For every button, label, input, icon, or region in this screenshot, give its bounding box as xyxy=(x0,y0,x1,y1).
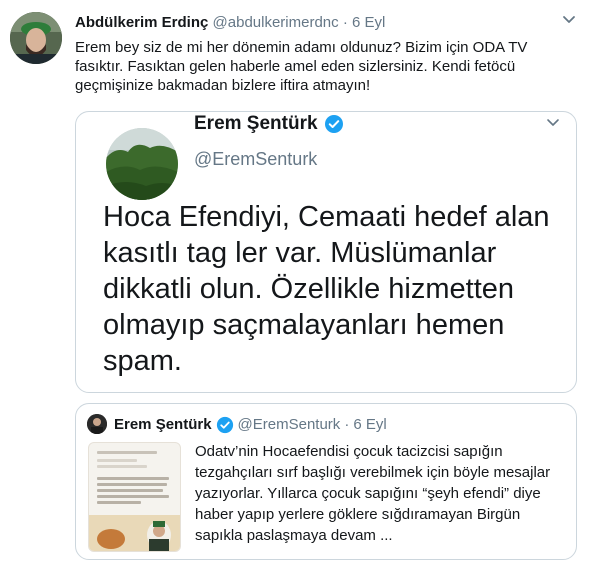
embedded-author-handle: @EremSenturk xyxy=(194,149,318,169)
verified-badge-icon xyxy=(216,416,234,434)
quoted-tweet-text: Odatv’nin Hocaefendisi çocuk tacizcisi s… xyxy=(195,443,551,544)
quoted-tweet-header: Erem Şentürk @EremSenturk · 6 Eyl xyxy=(114,415,387,435)
tweet-text: Erem bey siz de mi her dönemin adamı old… xyxy=(75,39,528,94)
embedded-avatar xyxy=(106,128,178,200)
quoted-tweet-thumbnail xyxy=(88,442,181,552)
embedded-name-text: Erem Şentürk xyxy=(194,113,318,134)
tweet-image[interactable]: Erem Şentürk @EremSenturk Hoca Efendiyi,… xyxy=(75,111,577,393)
quoted-tweet-date: 6 Eyl xyxy=(353,416,387,433)
embedded-author-name: Erem Şentürk xyxy=(194,112,344,136)
embedded-tweet-text: Hoca Efendiyi, Cemaati hedef alan kasıtl… xyxy=(103,201,550,377)
separator-dot: · xyxy=(344,416,350,433)
verified-badge-icon xyxy=(324,114,344,134)
separator-dot: · xyxy=(342,14,348,31)
author-avatar[interactable] xyxy=(10,12,62,64)
quoted-author-handle: @EremSenturk xyxy=(237,416,341,433)
quoted-author-name: Erem Şentürk xyxy=(114,416,212,433)
tweet[interactable]: Abdülkerim Erdinç @abdulkerimerdnc · 6 E… xyxy=(0,0,612,567)
author-handle[interactable]: @abdulkerimerdnc xyxy=(213,14,339,31)
tweet-header: Abdülkerim Erdinç @abdulkerimerdnc · 6 E… xyxy=(75,13,385,33)
chevron-down-icon xyxy=(546,116,560,130)
chevron-down-icon[interactable] xyxy=(561,12,577,28)
quoted-author-avatar xyxy=(87,414,107,434)
quoted-tweet[interactable]: Erem Şentürk @EremSenturk · 6 Eyl Odatv’… xyxy=(75,403,577,560)
author-name[interactable]: Abdülkerim Erdinç xyxy=(75,14,208,31)
tweet-date[interactable]: 6 Eyl xyxy=(352,14,385,31)
